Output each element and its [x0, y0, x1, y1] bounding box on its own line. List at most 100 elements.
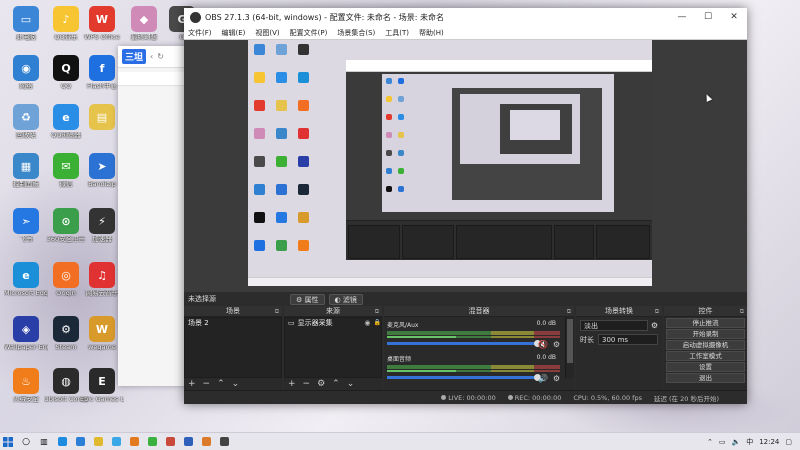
dock-float-icon[interactable]: ⧉ — [275, 306, 279, 317]
captured-icon — [298, 72, 309, 83]
taskbar-app-icon[interactable] — [216, 435, 232, 449]
minimize-icon[interactable]: — — [669, 12, 695, 22]
shortcut-label: 飞书 — [19, 236, 33, 243]
preview-canvas[interactable] — [248, 40, 652, 286]
control-button[interactable]: 工作室模式 — [666, 351, 745, 361]
browser-address-bar[interactable] — [118, 72, 188, 86]
captured-icon — [386, 78, 392, 84]
start-icon[interactable] — [0, 435, 16, 449]
menu-item[interactable]: 配置文件(P) — [290, 28, 328, 38]
notification-icon[interactable]: ▢ — [785, 438, 792, 446]
filters-button[interactable]: ◐ 滤镜 — [328, 293, 363, 305]
move-up-icon[interactable]: ⌃ — [217, 379, 225, 389]
app-icon: e — [53, 104, 79, 130]
preview-area[interactable] — [184, 40, 747, 292]
menu-item[interactable]: 工具(T) — [385, 28, 409, 38]
browser-window[interactable]: 三坦 ‹ ↻ — [118, 46, 188, 386]
clock[interactable]: 12:24 — [759, 438, 779, 446]
desktop-shortcut[interactable]: ➣ 飞书 — [4, 208, 48, 243]
add-icon[interactable]: + — [188, 379, 196, 389]
captured-icon — [298, 128, 309, 139]
transition-select[interactable]: 淡出 — [580, 320, 648, 331]
ime-icon[interactable]: 中 — [746, 437, 753, 447]
desktop-shortcut[interactable]: ♻ 回收站 — [4, 104, 48, 139]
network-icon[interactable]: ▭ — [719, 438, 726, 446]
taskbar-app-icon[interactable] — [144, 435, 160, 449]
remove-icon[interactable]: − — [303, 379, 311, 389]
dock-float-icon[interactable]: ⧉ — [375, 306, 379, 317]
taskbar-app-icon[interactable] — [198, 435, 214, 449]
lock-icon[interactable]: 🔒 — [374, 318, 381, 328]
move-up-icon[interactable]: ⌃ — [332, 379, 340, 389]
search-icon[interactable]: ○ — [18, 435, 34, 449]
source-item[interactable]: ▭ 显示器采集 ◉ 🔒 — [285, 318, 381, 328]
volume-slider[interactable] — [387, 374, 541, 381]
menu-item[interactable]: 视图(V) — [255, 28, 279, 38]
taskbar-app-icon[interactable] — [54, 435, 70, 449]
captured-icon — [386, 132, 392, 138]
menu-item[interactable]: 文件(F) — [188, 28, 212, 38]
control-button[interactable]: 启动虚拟摄像机 — [666, 340, 745, 350]
desktop-shortcut[interactable]: ▦ 控制面板 — [4, 153, 48, 188]
chevron-up-icon[interactable]: ⌃ — [707, 438, 713, 446]
captured-icon — [276, 100, 287, 111]
mixer-channel-mic: 麦克风/Aux 0.0 dB 🔇 ⚙ — [387, 320, 560, 349]
dock-float-icon[interactable]: ⧉ — [567, 306, 571, 317]
taskbar-app-icon[interactable] — [162, 435, 178, 449]
app-icon: ⚙ — [53, 316, 79, 342]
menu-item[interactable]: 编辑(E) — [222, 28, 246, 38]
taskbar-app-icon[interactable] — [72, 435, 88, 449]
menu-item[interactable]: 场景集合(S) — [337, 28, 375, 38]
scene-item[interactable]: 场景 2 — [185, 318, 281, 328]
desktop-shortcut[interactable]: ◈ Wallpaper Engine — [4, 316, 48, 351]
menu-bar: 文件(F) 编辑(E) 视图(V) 配置文件(P) 场景集合(S) 工具(T) 帮助(H) — [184, 26, 747, 40]
duration-input[interactable]: 300 ms — [598, 334, 658, 345]
control-button[interactable]: 开始录制 — [666, 329, 745, 339]
mixer-scrollbar[interactable] — [565, 317, 574, 378]
obs-logo-icon — [190, 11, 201, 23]
gear-icon[interactable]: ⚙ — [317, 379, 325, 389]
app-icon: ➤ — [89, 153, 115, 179]
menu-item[interactable]: 帮助(H) — [419, 28, 444, 38]
dock-float-icon[interactable]: ⧉ — [740, 306, 744, 317]
dock-float-icon[interactable]: ⧉ — [655, 306, 659, 317]
desktop-shortcut[interactable]: ◉ 网络 — [4, 55, 48, 90]
speaker-icon[interactable]: 🔊 — [538, 374, 548, 383]
add-icon[interactable]: + — [288, 379, 296, 389]
status-bar: LIVE: 00:00:00 REC: 00:00:00 CPU: 0.5%, … — [184, 390, 747, 404]
maximize-icon[interactable]: ☐ — [695, 12, 721, 22]
move-down-icon[interactable]: ⌄ — [232, 379, 240, 389]
move-down-icon[interactable]: ⌄ — [347, 379, 355, 389]
no-source-label: 未选择源 — [188, 295, 216, 303]
obs-window[interactable]: OBS 27.1.3 (64-bit, windows) - 配置文件: 未命名… — [184, 8, 747, 404]
properties-button[interactable]: ⚙ 属性 — [290, 293, 325, 305]
captured-icon — [276, 72, 287, 83]
remove-icon[interactable]: − — [203, 379, 211, 389]
speaker-muted-icon[interactable]: 🔇 — [538, 340, 548, 349]
volume-icon[interactable]: 🔈 — [731, 438, 740, 446]
task-view-icon[interactable]: ▥ — [36, 435, 52, 449]
volume-slider[interactable] — [387, 340, 541, 347]
desktop-shortcut[interactable]: ▭ 此电脑 — [4, 6, 48, 41]
taskbar-app-icon[interactable] — [126, 435, 142, 449]
taskbar-app-icon[interactable] — [90, 435, 106, 449]
control-button[interactable]: 设置 — [666, 362, 745, 372]
desktop-shortcut[interactable]: e Microsoft Edge — [4, 262, 48, 297]
close-icon[interactable]: ✕ — [721, 12, 747, 22]
control-button[interactable]: 停止推流 — [666, 318, 745, 328]
desktop-shortcut[interactable]: ♨ 火绒安全 — [4, 368, 48, 403]
browser-logo: 三坦 — [122, 49, 147, 64]
taskbar-app-icon[interactable] — [180, 435, 196, 449]
desktop-shortcut[interactable]: W WPS Office — [80, 6, 124, 41]
gear-icon[interactable]: ⚙ — [553, 374, 560, 383]
transitions-dock: 场景转换 ⧉ 淡出 ⚙ 时长 300 ms — [576, 306, 662, 390]
gear-icon[interactable]: ⚙ — [651, 321, 658, 330]
visibility-eye-icon[interactable]: ◉ — [364, 318, 370, 328]
control-button[interactable]: 退出 — [666, 373, 745, 383]
gear-icon[interactable]: ⚙ — [553, 340, 560, 349]
captured-icon — [276, 128, 287, 139]
mixer-title: 混音器 — [468, 307, 490, 315]
back-icon[interactable]: ‹ — [150, 52, 153, 61]
refresh-icon[interactable]: ↻ — [157, 52, 164, 61]
taskbar-app-icon[interactable] — [108, 435, 124, 449]
